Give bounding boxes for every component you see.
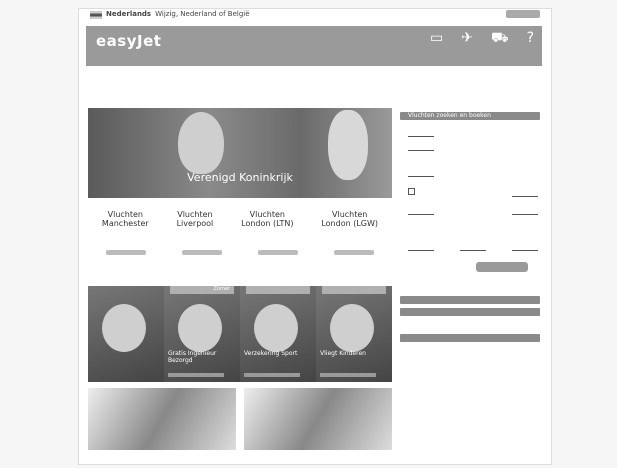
card-badge: Zomer [170,286,234,294]
destination-link[interactable] [182,250,222,255]
search-row [408,142,538,151]
plane-icon[interactable]: ✈ [461,30,473,46]
from-field[interactable] [408,128,434,137]
destination-list: Vluchten Manchester Vluchten Liverpool Vlu… [88,210,392,234]
sidebar-news-header [400,334,540,342]
top-button[interactable] [506,10,540,18]
card-badge [246,286,310,294]
adults-select[interactable] [408,242,434,251]
infants-select[interactable] [512,242,538,251]
passenger-row [408,242,538,251]
nav-item-5[interactable] [442,68,528,98]
sidebar-link-bar[interactable] [400,296,540,304]
search-button[interactable] [476,262,528,272]
search-row [408,188,538,197]
hero-person-1 [178,112,224,174]
flight-search-panel: Vluchten zoeken en boeken [400,112,540,120]
search-row [408,168,538,177]
sidebar-section [400,308,540,316]
destination-item[interactable]: Vluchten Liverpool [177,210,214,234]
to-field[interactable] [408,168,434,177]
return-checkbox[interactable] [408,188,415,195]
sidebar-section [400,334,540,342]
destination-item[interactable]: Vluchten London (LTN) [241,210,293,234]
sidebar-section [400,296,540,304]
card-badge [322,286,386,294]
card-image [330,304,374,352]
help-icon[interactable]: ? [527,30,534,46]
card-title: Gratis Ingenieur Bezorgd [168,350,217,364]
photo-tile[interactable] [88,388,236,450]
hero-banner[interactable]: Verenigd Koninkrijk [88,108,392,198]
date-field[interactable] [512,188,538,197]
destination-item[interactable]: Vluchten Manchester [102,210,149,234]
promo-card[interactable]: Verzekering Sport [240,286,316,382]
nav-item-2[interactable] [184,68,270,98]
outbound-date[interactable] [408,206,434,215]
return-date[interactable] [512,206,538,215]
promo-card[interactable]: Zomer Gratis Ingenieur Bezorgd [164,286,240,382]
card-title: Verzekering Sport [244,350,298,357]
card-image [102,304,146,352]
nav-item-1[interactable] [98,68,184,98]
nav-item-4[interactable] [356,68,442,98]
card-image [254,304,298,352]
destination-link[interactable] [334,250,374,255]
hero-person-2 [328,110,368,180]
tv-icon[interactable]: ▭ [430,30,443,46]
destination-item[interactable]: Vluchten London (LGW) [321,210,378,234]
language-selector[interactable]: Nederlands Wijzig, Nederland of België [106,10,250,18]
main-nav [98,68,528,98]
cart-icon[interactable]: ⛟ [491,30,509,46]
destination-link[interactable] [106,250,146,255]
nav-item-3[interactable] [270,68,356,98]
photo-tile[interactable] [244,388,392,450]
destination-link[interactable] [258,250,298,255]
flag-icon [90,11,102,19]
logo[interactable]: easyJet [96,32,161,50]
card-subtitle [168,373,224,377]
flight-search-header: Vluchten zoeken en boeken [400,112,540,120]
children-select[interactable] [460,242,486,251]
top-bar: Nederlands Wijzig, Nederland of België [78,8,550,22]
card-title: Vliegt Kinderen [320,350,366,357]
field[interactable] [408,142,434,151]
card-subtitle [320,373,376,377]
card-subtitle [244,373,300,377]
promo-cards: Zomer Gratis Ingenieur Bezorgd Verzekeri… [88,286,392,382]
card-image [178,304,222,352]
hero-caption: Verenigd Koninkrijk [187,171,293,184]
date-row [408,206,538,215]
search-row [408,128,538,137]
header: easyJet ▭ ✈ ⛟ ? [86,26,542,66]
sidebar-link-bar[interactable] [400,308,540,316]
promo-card[interactable]: Vliegt Kinderen [316,286,392,382]
promo-card[interactable] [88,286,164,382]
photo-row [88,388,392,450]
destination-links [88,250,392,255]
